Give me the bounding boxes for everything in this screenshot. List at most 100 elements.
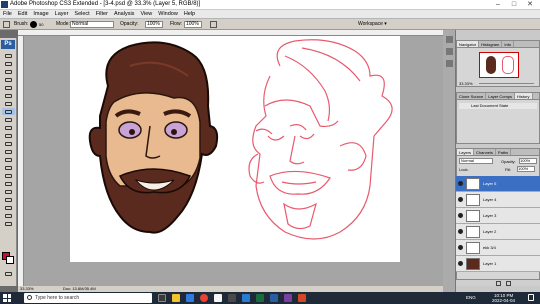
healing-brush-tool-icon[interactable]	[2, 100, 15, 107]
menu-view[interactable]: View	[140, 11, 152, 17]
menu-filter[interactable]: Filter	[96, 11, 108, 17]
layer-row[interactable]: Layer 1	[456, 256, 540, 272]
tab-clone-source[interactable]: Clone Source	[457, 93, 487, 99]
menu-analysis[interactable]: Analysis	[114, 11, 134, 17]
edge-icon[interactable]	[186, 294, 194, 302]
colored-face-illustration	[88, 41, 219, 234]
panel-icon[interactable]	[446, 48, 453, 55]
canvas[interactable]	[70, 36, 400, 262]
app-icon[interactable]	[228, 294, 236, 302]
layer-row[interactable]: ekk 3/4	[456, 240, 540, 256]
layer-row[interactable]: Layer 5	[456, 176, 540, 192]
store-icon[interactable]	[214, 294, 222, 302]
file-explorer-icon[interactable]	[172, 294, 180, 302]
hand-tool-icon[interactable]	[2, 212, 15, 219]
clone-stamp-tool-icon[interactable]	[2, 116, 15, 123]
task-view-icon[interactable]	[158, 294, 166, 302]
dodge-tool-icon[interactable]	[2, 156, 15, 163]
photoshop-window: Adobe Photoshop CS3 Extended - [3-4.psd …	[0, 0, 540, 304]
type-tool-icon[interactable]	[2, 172, 15, 179]
new-layer-icon[interactable]	[496, 281, 501, 286]
visibility-eye-icon[interactable]	[458, 197, 463, 202]
minimize-button[interactable]: –	[490, 0, 506, 10]
workspace-button[interactable]: Workspace ▾	[358, 21, 387, 27]
panel-icon[interactable]	[446, 36, 453, 43]
clock-date[interactable]: 2022-04-04	[492, 298, 515, 303]
close-button[interactable]: ✕	[522, 0, 538, 10]
path-selection-tool-icon[interactable]	[2, 180, 15, 187]
brush-tool-icon[interactable]	[2, 108, 15, 115]
notifications-icon[interactable]	[528, 294, 534, 301]
airbrush-icon[interactable]	[210, 21, 217, 28]
panel-icon[interactable]	[446, 60, 453, 67]
background-color-swatch[interactable]	[6, 256, 14, 264]
photoshop-taskbar-icon[interactable]	[270, 294, 278, 302]
app-icon[interactable]	[256, 294, 264, 302]
taskbar: Type here to search ENG 10:10 PM 2022-04…	[0, 292, 540, 304]
tab-layers[interactable]: Layers	[457, 149, 475, 155]
visibility-eye-icon[interactable]	[458, 229, 463, 234]
delete-layer-icon[interactable]	[506, 281, 511, 286]
shape-tool-icon[interactable]	[2, 188, 15, 195]
menu-window[interactable]: Window	[158, 11, 178, 17]
windows-start-icon[interactable]	[3, 294, 11, 302]
history-item[interactable]: Last Document State	[459, 103, 537, 109]
visibility-eye-icon[interactable]	[458, 261, 463, 266]
quick-mask-icon[interactable]	[2, 270, 15, 277]
tab-paths[interactable]: Paths	[496, 149, 512, 155]
navigator-zoom-slider[interactable]	[479, 83, 534, 84]
tab-history[interactable]: History	[515, 93, 533, 99]
visibility-eye-icon[interactable]	[458, 213, 463, 218]
eyedropper-tool-icon[interactable]	[2, 204, 15, 211]
app-icon[interactable]	[298, 294, 306, 302]
taskbar-search[interactable]: Type here to search	[24, 293, 152, 303]
visibility-eye-icon[interactable]	[458, 245, 463, 250]
maximize-button[interactable]: □	[506, 0, 522, 10]
gradient-tool-icon[interactable]	[2, 140, 15, 147]
tab-channels[interactable]: Channels	[474, 149, 496, 155]
blend-mode-select[interactable]: Normal	[459, 158, 493, 164]
app-icon[interactable]	[284, 294, 292, 302]
history-brush-tool-icon[interactable]	[2, 124, 15, 131]
layer-opacity-input[interactable]: 100%	[519, 158, 537, 164]
pen-tool-icon[interactable]	[2, 164, 15, 171]
navigator-preview[interactable]	[479, 52, 519, 78]
notes-tool-icon[interactable]	[2, 196, 15, 203]
vscode-icon[interactable]	[242, 294, 250, 302]
menu-help[interactable]: Help	[184, 11, 195, 17]
menu-file[interactable]: File	[3, 11, 12, 17]
zoom-tool-icon[interactable]	[2, 220, 15, 227]
navigator-zoom[interactable]: 33.33%	[459, 81, 473, 86]
crop-tool-icon[interactable]	[2, 84, 15, 91]
blur-tool-icon[interactable]	[2, 148, 15, 155]
slice-tool-icon[interactable]	[2, 92, 15, 99]
brush-tool-icon[interactable]	[3, 21, 10, 28]
marquee-tool-icon[interactable]	[2, 60, 15, 67]
layer-row[interactable]: Layer 2	[456, 224, 540, 240]
lasso-tool-icon[interactable]	[2, 68, 15, 75]
menu-select[interactable]: Select	[74, 11, 89, 17]
mode-select[interactable]: Normal	[70, 21, 114, 28]
flow-input[interactable]: 100%	[184, 21, 202, 28]
tab-navigator[interactable]: Navigator	[457, 41, 480, 47]
layer-row[interactable]: Layer 4	[456, 192, 540, 208]
visibility-eye-icon[interactable]	[458, 181, 463, 186]
language-indicator[interactable]: ENG	[466, 295, 476, 300]
fill-input[interactable]: 100%	[517, 166, 535, 172]
brush-preview-icon[interactable]	[30, 21, 37, 28]
eraser-tool-icon[interactable]	[2, 132, 15, 139]
menu-image[interactable]: Image	[33, 11, 48, 17]
layer-name: Layer 1	[483, 261, 497, 266]
tab-info[interactable]: Info	[502, 41, 515, 47]
layer-name: Layer 3	[483, 213, 497, 218]
tab-layer-comps[interactable]: Layer Comps	[486, 93, 516, 99]
magic-wand-tool-icon[interactable]	[2, 76, 15, 83]
move-tool-icon[interactable]	[2, 52, 15, 59]
opacity-input[interactable]: 100%	[145, 21, 163, 28]
chrome-icon[interactable]	[200, 294, 208, 302]
vertical-ruler	[18, 36, 24, 286]
layer-row[interactable]: Layer 3	[456, 208, 540, 224]
menu-edit[interactable]: Edit	[18, 11, 27, 17]
tab-histogram[interactable]: Histogram	[479, 41, 503, 47]
menu-layer[interactable]: Layer	[55, 11, 69, 17]
